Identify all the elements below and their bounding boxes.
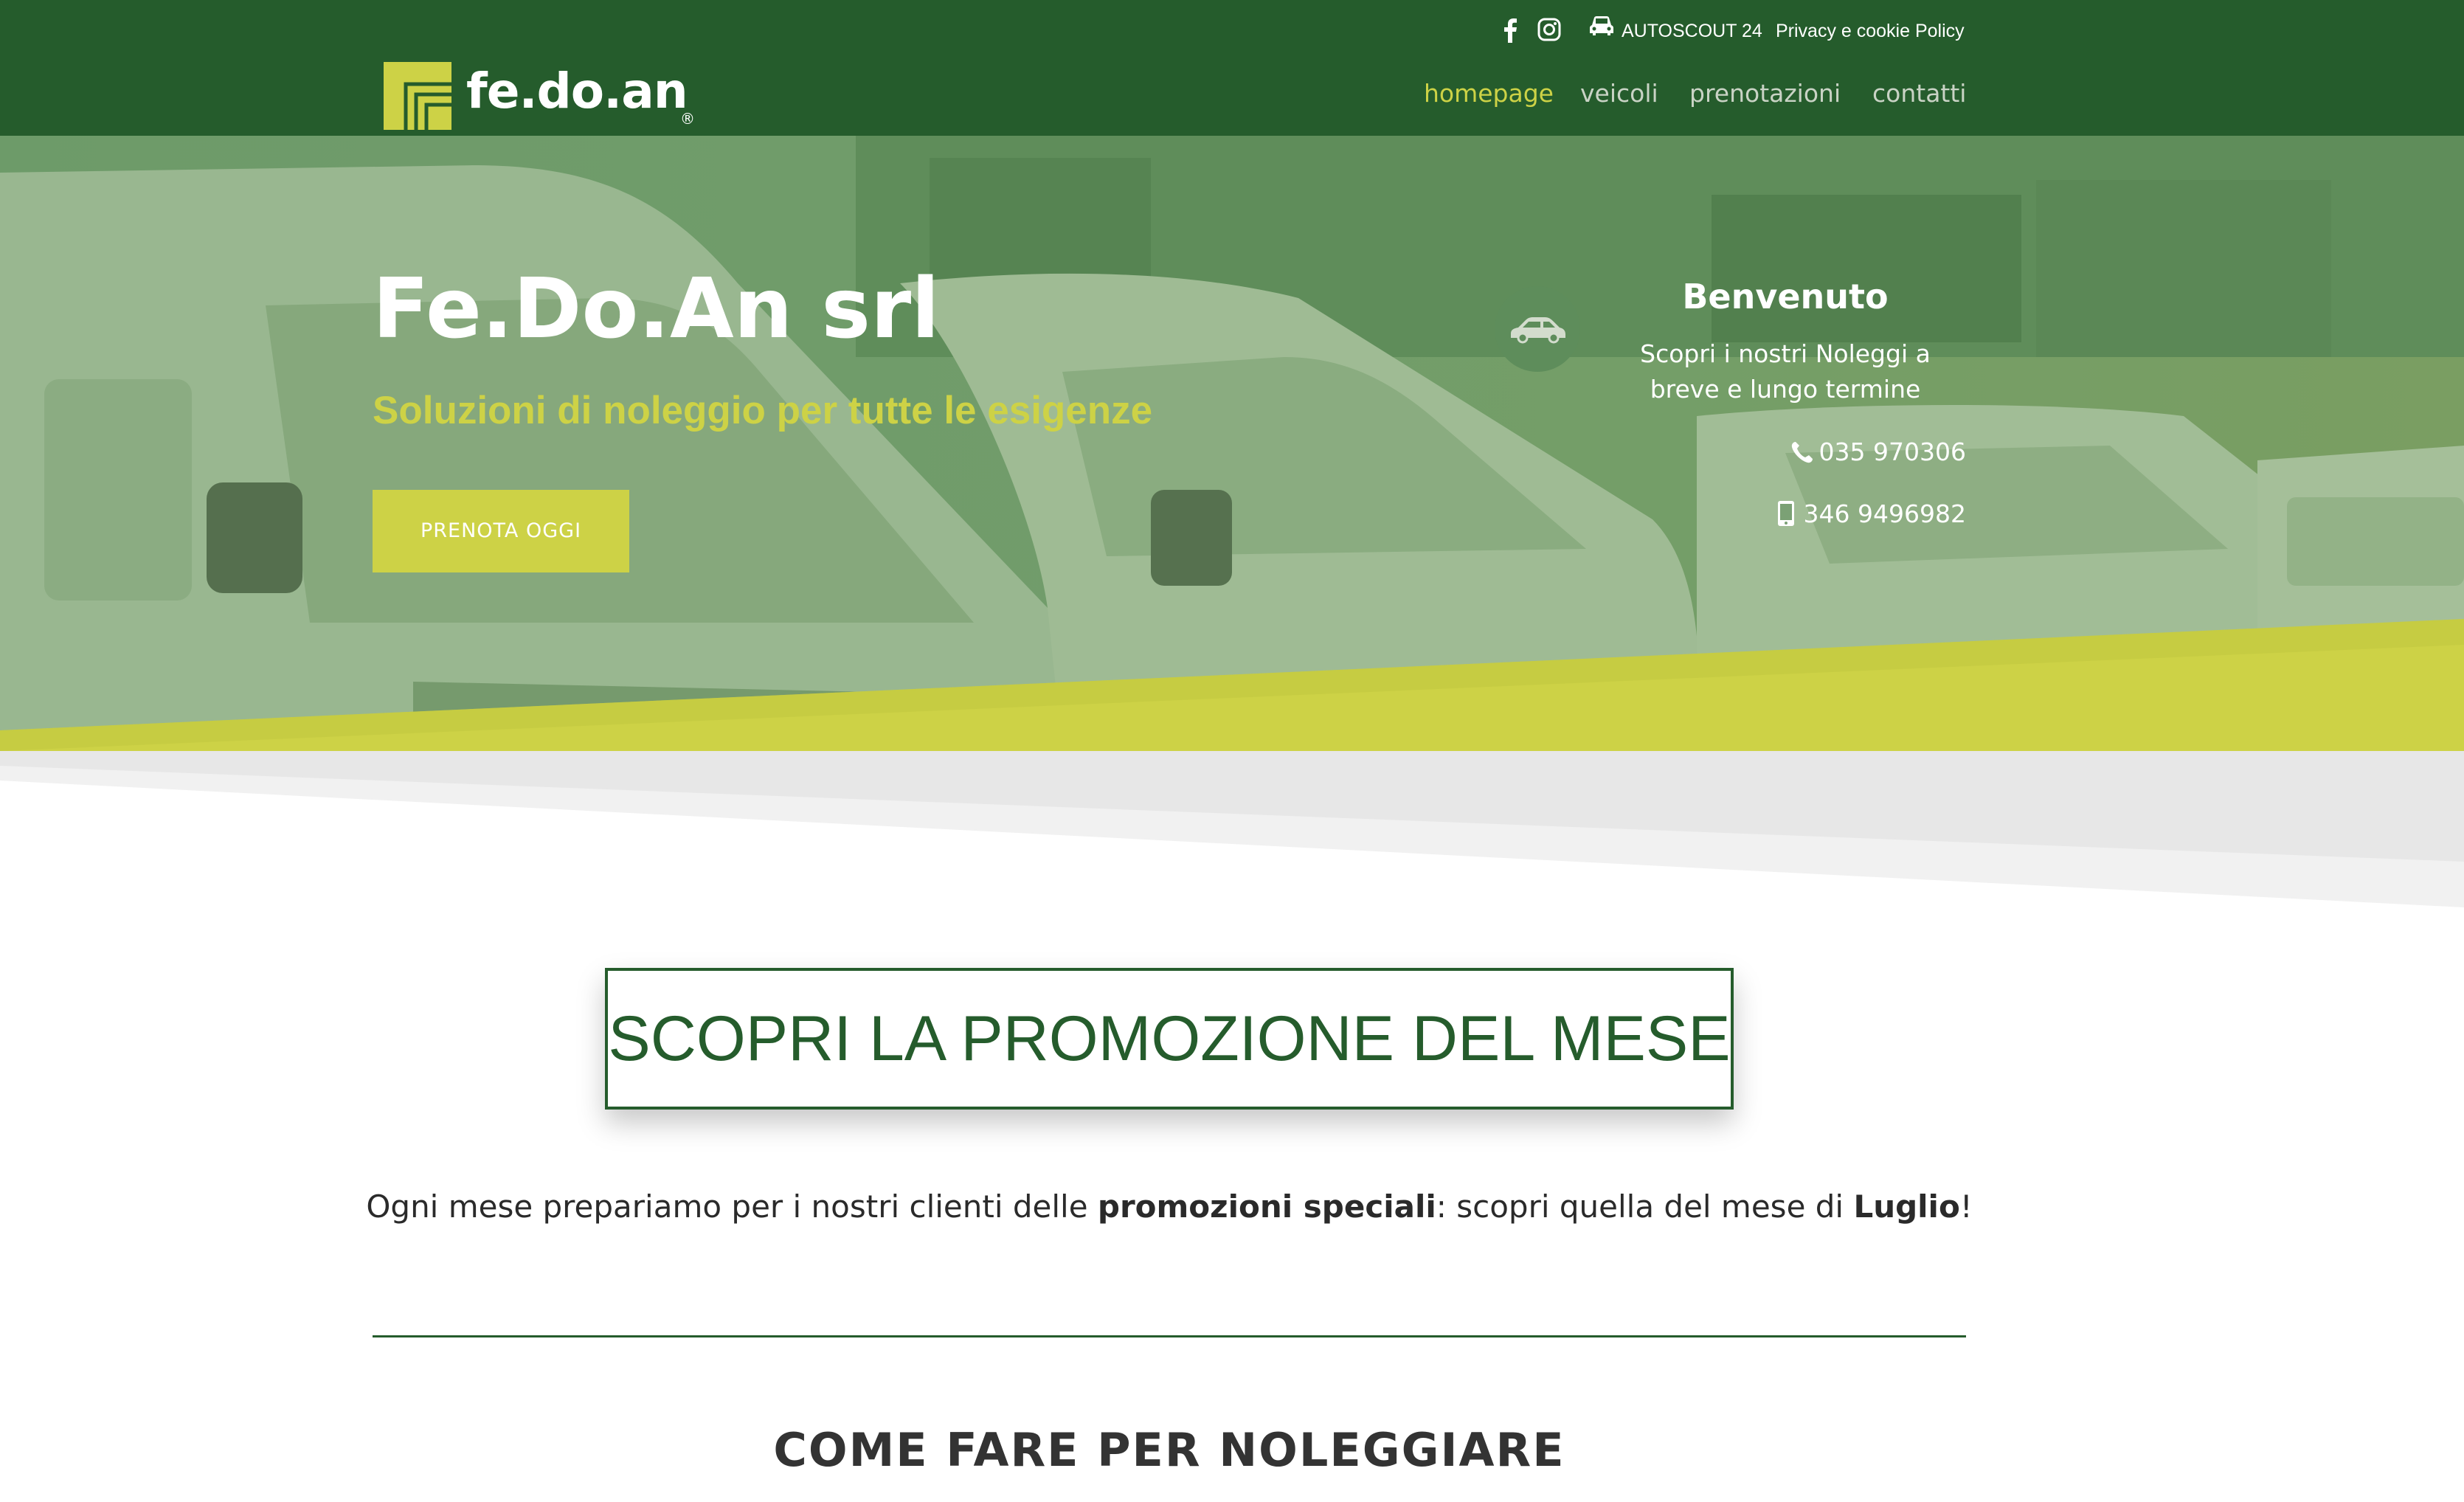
privacy-policy-link[interactable]: Privacy e cookie Policy (1776, 18, 1965, 44)
car-icon[interactable] (1589, 15, 1614, 37)
section-divider (373, 1335, 1966, 1337)
hero-background-vans-image (0, 136, 2464, 751)
promo-desc-text: Ogni mese prepariamo per i nostri client… (366, 1188, 1098, 1225)
instagram-icon[interactable] (1537, 18, 1561, 41)
hero-section: Fe.Do.An srl Soluzioni di noleggio per t… (0, 136, 2464, 751)
nav-homepage[interactable]: homepage (1424, 75, 1554, 112)
welcome-title: Benvenuto (1682, 277, 1889, 316)
promo-description: Ogni mese prepariamo per i nostri client… (310, 1183, 2029, 1231)
mobile-number[interactable]: 346 9496982 (1777, 496, 1966, 533)
site-header: fe.do.an ® AUTOSCOUT 24 Privacy e cookie… (0, 0, 2464, 136)
logo-mark-icon (384, 62, 451, 130)
nav-veicoli[interactable]: veicoli (1580, 75, 1658, 112)
promo-button[interactable]: SCOPRI LA PROMOZIONE DEL MESE (605, 968, 1734, 1110)
promo-title: SCOPRI LA PROMOZIONE DEL MESE (608, 1003, 1731, 1074)
nav-prenotazioni[interactable]: prenotazioni (1689, 75, 1841, 112)
welcome-text: Scopri i nostri Noleggi a breve e lungo … (1608, 336, 1962, 407)
book-now-button[interactable]: PRENOTA OGGI (373, 490, 629, 572)
promo-desc-month: Luglio (1853, 1188, 1960, 1225)
car-icon (1511, 317, 1565, 344)
welcome-text-line: breve e lungo termine (1650, 375, 1921, 404)
hero-title: Fe.Do.An srl (373, 261, 940, 357)
facebook-icon[interactable] (1502, 18, 1518, 43)
hero-subtitle: Soluzioni di noleggio per tutte le esige… (373, 389, 1153, 432)
mobile-number-text: 346 9496982 (1803, 499, 1966, 528)
nav-contatti[interactable]: contatti (1872, 75, 1966, 112)
phone-number-text: 035 970306 (1818, 437, 1966, 466)
promo-desc-highlight: promozioni speciali (1097, 1188, 1436, 1225)
mobile-phone-icon (1777, 501, 1794, 526)
phone-icon (1791, 442, 1813, 463)
promo-desc-text: : scopri quella del mese di (1436, 1188, 1854, 1225)
logo-text: fe.do.an (466, 63, 688, 120)
site-logo[interactable]: fe.do.an ® (384, 62, 701, 133)
autoscout-link[interactable]: AUTOSCOUT 24 (1622, 18, 1762, 44)
promo-desc-text: ! (1959, 1188, 1973, 1225)
welcome-text-line: Scopri i nostri Noleggi a (1640, 339, 1931, 368)
how-to-rent-title: COME FARE PER NOLEGGIARE (773, 1423, 1565, 1477)
section-divider-shape (0, 751, 2464, 907)
phone-number[interactable]: 035 970306 (1790, 434, 1966, 471)
welcome-car-badge (1495, 286, 1580, 372)
logo-registered-mark: ® (680, 110, 695, 128)
